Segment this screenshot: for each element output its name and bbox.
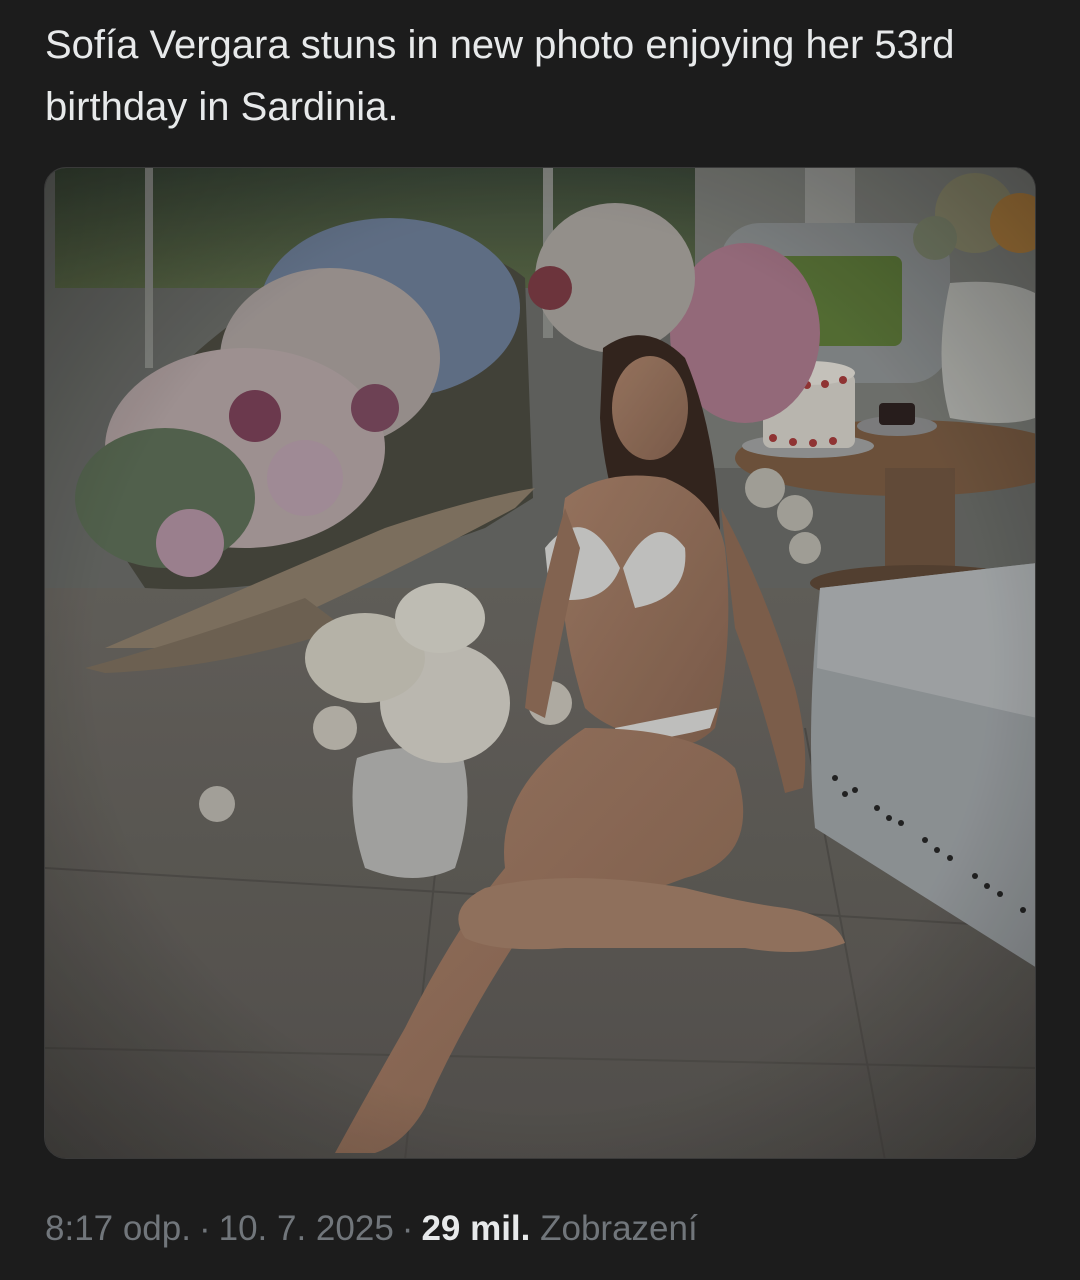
tweet-time[interactable]: 8:17 odp. (45, 1209, 191, 1248)
meta-separator: · (401, 1209, 414, 1248)
photo-illustration (45, 168, 1035, 1158)
tweet-meta: 8:17 odp. · 10. 7. 2025 · 29 mil. Zobrazení (45, 1203, 698, 1255)
views-label: Zobrazení (540, 1209, 698, 1248)
meta-separator: · (198, 1209, 211, 1248)
views-count[interactable]: 29 mil. (421, 1209, 530, 1248)
tweet-date[interactable]: 10. 7. 2025 (219, 1209, 394, 1248)
tweet-photo[interactable] (44, 167, 1036, 1159)
tweet-text: Sofía Vergara stuns in new photo enjoyin… (45, 23, 955, 129)
